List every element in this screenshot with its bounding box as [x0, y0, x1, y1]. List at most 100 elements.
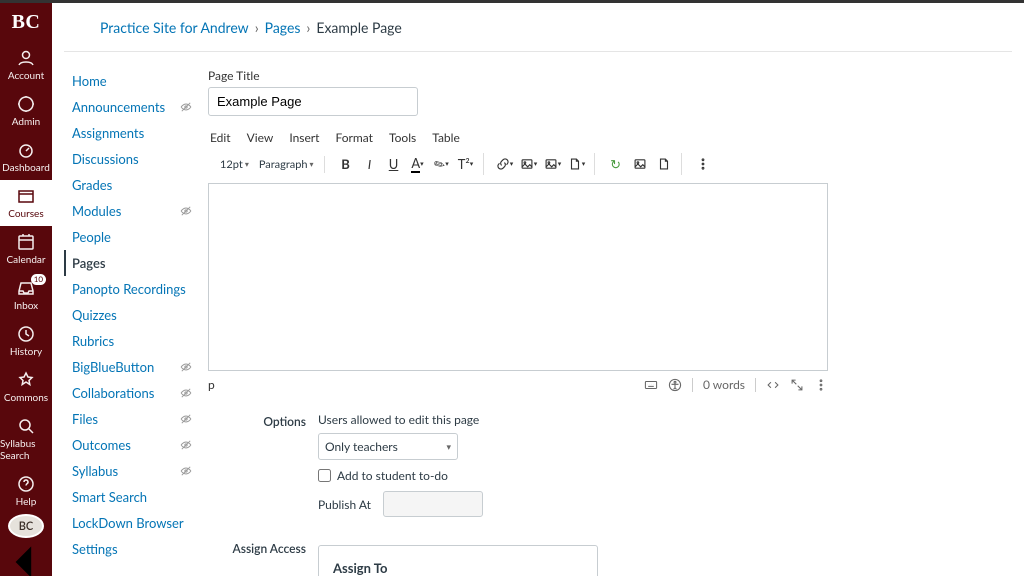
coursenav-panopto-recordings[interactable]: Panopto Recordings [64, 276, 194, 302]
coursenav-files[interactable]: Files [64, 406, 194, 432]
coursenav-home[interactable]: Home [64, 68, 194, 94]
rail-item-help[interactable]: Help [0, 468, 52, 514]
search-icon [16, 416, 36, 436]
rail-item-history[interactable]: History [0, 318, 52, 364]
coursenav-bigbluebutton[interactable]: BigBlueButton [64, 354, 194, 380]
add-to-todo-label: Add to student to-do [337, 468, 448, 483]
page-title-input[interactable] [208, 87, 418, 116]
coursenav-announcements[interactable]: Announcements [64, 94, 194, 120]
rail-item-label: History [10, 346, 42, 358]
collapse-nav-button[interactable] [0, 548, 52, 576]
course-nav-toggle[interactable] [64, 13, 92, 41]
text-color-button[interactable]: A▾ [407, 153, 429, 175]
rail-item-label: Account [8, 70, 44, 82]
publish-at-label: Publish At [318, 497, 371, 512]
history-icon [16, 324, 36, 344]
rail-item-dashboard[interactable]: Dashboard [0, 134, 52, 180]
coursenav-quizzes[interactable]: Quizzes [64, 302, 194, 328]
coursenav-discussions[interactable]: Discussions [64, 146, 194, 172]
rce-menu-tools[interactable]: Tools [389, 130, 416, 145]
app-button-1[interactable]: ↻ [605, 153, 627, 175]
assign-card: Assign To Everyone ✕ [318, 545, 598, 576]
rce-statusbar: p 0 words [208, 371, 828, 398]
font-size-select[interactable]: 12pt▾ [216, 156, 253, 173]
superscript-button[interactable]: T²▾ [455, 153, 477, 175]
coursenav-settings[interactable]: Settings [64, 536, 194, 562]
rail-item-commons[interactable]: Commons [0, 364, 52, 410]
word-count[interactable]: 0 words [703, 377, 745, 392]
dashboard-icon [16, 140, 36, 160]
keyboard-shortcuts-icon[interactable] [644, 378, 658, 392]
hidden-icon [180, 412, 192, 428]
user-avatar[interactable]: BC [8, 514, 44, 538]
coursenav-pages[interactable]: Pages [64, 250, 194, 276]
coursenav-syllabus[interactable]: Syllabus [64, 458, 194, 484]
rail-item-label: Calendar [6, 254, 45, 266]
rce-toolbar: 12pt▾ Paragraph▾ B I U A▾ ✎▾ T²▾ ▾ ▾ [208, 149, 1012, 179]
rail-item-syllabus-search[interactable]: Syllabus Search [0, 410, 52, 468]
rce-menu-table[interactable]: Table [432, 130, 460, 145]
coursenav-people[interactable]: People [64, 224, 194, 250]
rail-item-inbox[interactable]: 10 Inbox [0, 272, 52, 318]
hidden-icon [180, 204, 192, 220]
coursenav-outcomes[interactable]: Outcomes [64, 432, 194, 458]
rce-menu-view[interactable]: View [247, 130, 274, 145]
rail-item-label: Syllabus Search [0, 438, 52, 462]
rce-menu-format[interactable]: Format [335, 130, 373, 145]
document-button[interactable]: ▾ [566, 153, 588, 175]
coursenav-grades[interactable]: Grades [64, 172, 194, 198]
block-format-select[interactable]: Paragraph▾ [255, 156, 318, 173]
rail-item-label: Commons [4, 392, 48, 404]
coursenav-collaborations[interactable]: Collaborations [64, 380, 194, 406]
coursenav-smart-search[interactable]: Smart Search [64, 484, 194, 510]
breadcrumb-item[interactable]: Pages [265, 19, 301, 36]
hidden-icon [180, 438, 192, 454]
coursenav-rubrics[interactable]: Rubrics [64, 328, 194, 354]
link-button[interactable]: ▾ [494, 153, 516, 175]
more-button[interactable] [692, 153, 714, 175]
coursenav-assignments[interactable]: Assignments [64, 120, 194, 146]
rce-element-path: p [208, 377, 644, 392]
app-button-3[interactable] [653, 153, 675, 175]
options-label: Options [208, 412, 318, 525]
html-editor-icon[interactable] [766, 378, 780, 392]
highlight-button[interactable]: ✎▾ [431, 153, 453, 175]
allowed-to-edit-select[interactable]: Only teachers▾ [318, 433, 458, 460]
assign-to-label: Assign To [333, 560, 583, 576]
coursenav-modules[interactable]: Modules [64, 198, 194, 224]
a11y-checker-icon[interactable] [668, 378, 682, 392]
breadcrumb-item: Example Page [316, 19, 401, 36]
hidden-icon [180, 100, 192, 116]
assign-access-label: Assign Access [208, 539, 318, 576]
rail-item-account[interactable]: Account [0, 42, 52, 88]
rail-badge: 10 [31, 274, 46, 285]
calendar-icon [16, 232, 36, 252]
coursenav-lockdown-browser[interactable]: LockDown Browser [64, 510, 194, 536]
rail-item-label: Inbox [14, 300, 38, 312]
app-button-2[interactable] [629, 153, 651, 175]
rce-menu-insert[interactable]: Insert [289, 130, 319, 145]
rail-item-courses[interactable]: Courses [0, 180, 52, 226]
more-status-icon[interactable] [814, 378, 828, 392]
hidden-icon [180, 360, 192, 376]
fullscreen-icon[interactable] [790, 378, 804, 392]
rce-content-area[interactable] [208, 183, 828, 371]
rail-item-admin[interactable]: Admin [0, 88, 52, 134]
underline-button[interactable]: U [383, 153, 405, 175]
media-button[interactable]: ▾ [542, 153, 564, 175]
allowed-to-edit-label: Users allowed to edit this page [318, 412, 828, 427]
bold-button[interactable]: B [335, 153, 357, 175]
rce-menubar: Edit View Insert Format Tools Table [208, 126, 1012, 149]
italic-button[interactable]: I [359, 153, 381, 175]
image-button[interactable]: ▾ [518, 153, 540, 175]
courses-icon [16, 186, 36, 206]
rail-item-calendar[interactable]: Calendar [0, 226, 52, 272]
publish-at-input[interactable] [383, 491, 483, 517]
help-icon [16, 474, 36, 494]
rce-menu-edit[interactable]: Edit [210, 130, 231, 145]
breadcrumb-item[interactable]: Practice Site for Andrew [100, 19, 249, 36]
rail-item-label: Courses [8, 208, 43, 220]
commons-icon [16, 370, 36, 390]
add-to-todo-checkbox[interactable] [318, 469, 331, 482]
breadcrumb: Practice Site for Andrew›Pages›Example P… [64, 3, 1012, 52]
